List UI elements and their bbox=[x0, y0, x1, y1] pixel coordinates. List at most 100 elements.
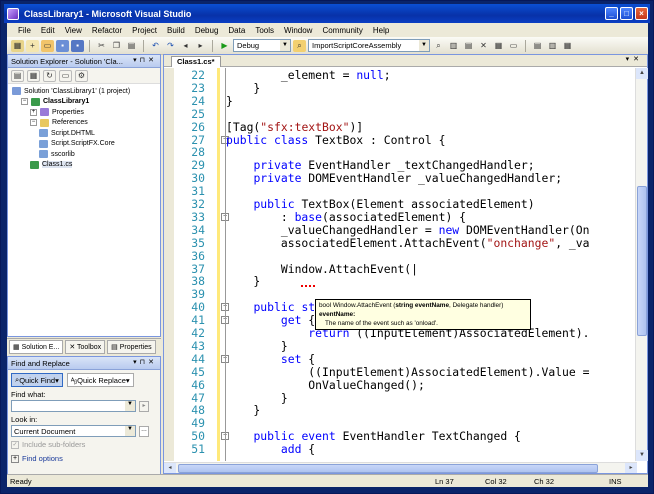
close-button[interactable]: × bbox=[635, 7, 648, 20]
minimize-button[interactable]: _ bbox=[605, 7, 618, 20]
line-number: 35 bbox=[191, 235, 205, 250]
close-document-icon[interactable]: ✕ bbox=[633, 56, 643, 63]
tree-node[interactable]: + Properties bbox=[8, 107, 160, 118]
properties-button-icon[interactable]: ▤ bbox=[11, 69, 24, 82]
expand-icon[interactable]: + bbox=[11, 454, 19, 463]
solution-config-combo[interactable]: Debug ▼ bbox=[233, 39, 291, 52]
chevron-down-icon: ▾ bbox=[125, 375, 130, 385]
menu-edit[interactable]: Edit bbox=[36, 26, 60, 35]
collapse-icon[interactable]: − bbox=[21, 98, 28, 106]
expression-builder-icon[interactable]: ▸ bbox=[139, 400, 149, 412]
tree-node[interactable]: Class1.cs bbox=[8, 160, 160, 171]
navigate-back-icon[interactable]: ◂ bbox=[179, 40, 192, 52]
tree-node[interactable]: sscorlib bbox=[8, 149, 160, 160]
layout-icon-2[interactable]: ▥ bbox=[546, 40, 559, 52]
tab-solution-explorer[interactable]: ▦ Solution E... bbox=[9, 339, 64, 354]
navigate-forward-icon[interactable]: ▸ bbox=[194, 40, 207, 52]
find-what-input[interactable]: ▼ bbox=[11, 400, 136, 412]
properties-icon: ▤ bbox=[111, 343, 120, 351]
open-file-icon[interactable]: ▭ bbox=[41, 39, 54, 52]
show-all-files-icon[interactable]: ▦ bbox=[27, 69, 40, 82]
menu-view[interactable]: View bbox=[60, 26, 87, 35]
menu-community[interactable]: Community bbox=[317, 26, 367, 35]
tree-node[interactable]: Script.DHTML bbox=[8, 128, 160, 139]
menu-refactor[interactable]: Refactor bbox=[87, 26, 127, 35]
solution-explorer-icon[interactable]: ▥ bbox=[447, 40, 460, 52]
layout-icon-3[interactable]: ▦ bbox=[561, 40, 574, 52]
properties-folder-icon bbox=[40, 108, 49, 117]
close-pane-icon[interactable]: ✕ bbox=[148, 359, 157, 366]
tab-class1-cs[interactable]: Class1.cs* bbox=[171, 56, 221, 67]
find-combo[interactable]: ImportScriptCoreAssembly ▼ bbox=[308, 39, 430, 52]
menu-build[interactable]: Build bbox=[162, 26, 190, 35]
line-number-margin: 222324252627−282930313233−34353637383940… bbox=[174, 68, 229, 461]
menu-project[interactable]: Project bbox=[127, 26, 162, 35]
code-line: public TextBox(Element associatedElement… bbox=[253, 197, 535, 211]
pin-icon[interactable]: ⊓ bbox=[140, 359, 148, 366]
expand-icon[interactable]: + bbox=[30, 108, 37, 116]
refresh-icon[interactable]: ↻ bbox=[43, 69, 56, 82]
save-all-icon[interactable]: ▪ bbox=[71, 39, 84, 52]
vertical-scrollbar[interactable]: ▲ ▼ bbox=[635, 68, 648, 461]
tab-toolbox[interactable]: ✕ Toolbox bbox=[65, 339, 106, 354]
find-in-files-icon[interactable]: ⌕ bbox=[293, 39, 306, 52]
scroll-right-icon[interactable]: ▸ bbox=[625, 463, 637, 473]
browse-button[interactable]: … bbox=[139, 425, 149, 437]
tab-list-icon[interactable]: ▾ bbox=[626, 56, 634, 63]
menu-help[interactable]: Help bbox=[368, 26, 394, 35]
horizontal-scroll-thumb[interactable] bbox=[178, 464, 598, 473]
close-pane-icon[interactable]: ✕ bbox=[148, 57, 157, 64]
toolbox-icon[interactable]: ✕ bbox=[477, 40, 490, 52]
menu-debug[interactable]: Debug bbox=[190, 26, 224, 35]
horizontal-scrollbar[interactable]: ◂ ▸ bbox=[164, 462, 637, 473]
save-icon[interactable]: ▪ bbox=[56, 39, 69, 52]
document-tab-strip: Class1.cs* ▾✕ bbox=[164, 55, 647, 67]
tree-node[interactable]: Script.ScriptFX.Core bbox=[8, 139, 160, 150]
class-diagram-icon[interactable]: ⚙ bbox=[75, 69, 88, 82]
start-page-icon[interactable]: ▭ bbox=[507, 40, 520, 52]
menu-window[interactable]: Window bbox=[279, 26, 317, 35]
collapse-icon[interactable]: − bbox=[30, 119, 37, 127]
quick-replace-button[interactable]: ᴬᵦ Quick Replace ▾ bbox=[66, 373, 134, 387]
undo-icon[interactable]: ↶ bbox=[149, 40, 162, 52]
redo-icon[interactable]: ↷ bbox=[164, 40, 177, 52]
pin-icon[interactable]: ⊓ bbox=[140, 57, 148, 64]
chevron-down-icon: ▼ bbox=[419, 40, 429, 51]
scroll-left-icon[interactable]: ◂ bbox=[164, 463, 176, 473]
menu-tools[interactable]: Tools bbox=[250, 26, 279, 35]
cut-icon[interactable]: ✂ bbox=[95, 40, 108, 52]
code-line: public class TextBox : Control { bbox=[226, 132, 446, 147]
view-code-icon[interactable]: ▭ bbox=[59, 69, 72, 82]
vs-window: ClassLibrary1 - Microsoft Visual Studio … bbox=[0, 0, 654, 494]
find-options-link[interactable]: Find options bbox=[22, 454, 63, 463]
tab-properties[interactable]: ▤ Properties bbox=[107, 339, 156, 354]
object-browser-icon[interactable]: ▦ bbox=[492, 40, 505, 52]
code-area[interactable]: _element = null; }} [Tag("sfx:textBox")] p… bbox=[226, 68, 636, 461]
tree-node-label: References bbox=[52, 119, 88, 127]
find-icon[interactable]: ⌕ bbox=[432, 40, 445, 52]
scroll-down-icon[interactable]: ▼ bbox=[636, 450, 648, 461]
line-number: 25 bbox=[191, 106, 205, 121]
solution-explorer-header: Solution Explorer - Solution 'Cla... ▾⊓✕ bbox=[8, 55, 160, 68]
new-project-icon[interactable]: ▦ bbox=[11, 39, 24, 52]
properties-icon[interactable]: ▤ bbox=[462, 40, 475, 52]
start-debug-icon[interactable]: ▶ bbox=[218, 40, 231, 52]
code-line: } bbox=[226, 338, 288, 353]
tree-node[interactable]: − References bbox=[8, 118, 160, 129]
copy-icon[interactable]: ❐ bbox=[110, 40, 123, 52]
paste-icon[interactable]: ▤ bbox=[125, 40, 138, 52]
line-number: 51 bbox=[191, 442, 205, 457]
scroll-up-icon[interactable]: ▲ bbox=[636, 68, 648, 79]
include-subfolders-checkbox[interactable]: ✓ bbox=[11, 440, 19, 449]
tree-node[interactable]: Solution 'ClassLibrary1' (1 project) bbox=[8, 86, 160, 97]
solution-explorer-toolbar: ▤ ▦ ↻ ▭ ⚙ bbox=[8, 68, 160, 84]
menu-data[interactable]: Data bbox=[223, 26, 250, 35]
menu-file[interactable]: File bbox=[13, 26, 36, 35]
quick-find-button[interactable]: ⌕ Quick Find ▾ bbox=[11, 373, 63, 387]
maximize-button[interactable]: □ bbox=[620, 7, 633, 20]
add-item-icon[interactable]: + bbox=[26, 39, 39, 52]
vertical-scroll-thumb[interactable] bbox=[637, 186, 647, 336]
layout-icon-1[interactable]: ▤ bbox=[531, 40, 544, 52]
look-in-combo[interactable]: Current Document ▼ bbox=[11, 425, 136, 437]
tree-node[interactable]: − ClassLibrary1 bbox=[8, 97, 160, 108]
